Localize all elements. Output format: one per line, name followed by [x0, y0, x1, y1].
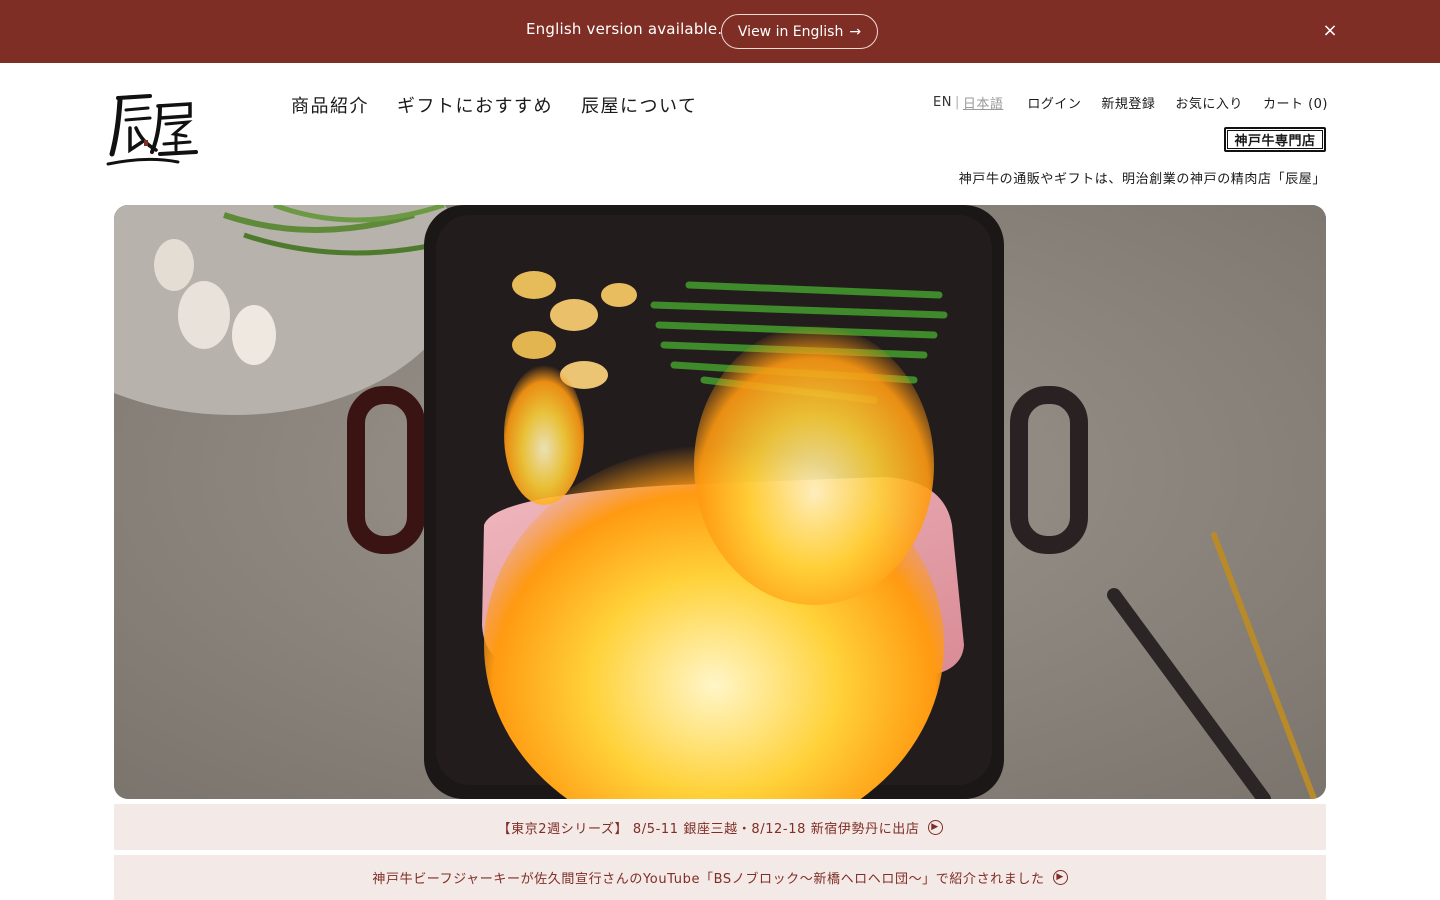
banner-message: English version available.: [526, 20, 723, 38]
cart-link[interactable]: カート (0): [1263, 93, 1328, 112]
close-icon[interactable]: ×: [1321, 20, 1339, 42]
register-link[interactable]: 新規登録: [1101, 93, 1155, 112]
news-item-text: 【東京2週シリーズ】 8/5-11 銀座三越・8/12-18 新宿伊勢丹に出店: [497, 821, 920, 837]
hero-steak-illustration: [114, 205, 1326, 799]
language-banner: English version available. View in Engli…: [0, 0, 1440, 63]
brand-logo[interactable]: [106, 92, 198, 172]
hero-image: [114, 205, 1326, 799]
circle-arrow-right-icon: ▶: [1052, 870, 1068, 885]
utility-nav: EN | 日本語 ログイン 新規登録 お気に入り カート (0): [933, 93, 1328, 112]
arrow-right-icon: →: [849, 23, 862, 40]
nav-item-about[interactable]: 辰屋について: [581, 92, 697, 118]
favorites-link[interactable]: お気に入り: [1175, 93, 1243, 112]
nav-item-gifts[interactable]: ギフトにおすすめ: [397, 92, 553, 118]
kobe-beef-specialist-badge: 神戸牛専門店: [1224, 127, 1326, 152]
news-item-text: 神戸牛ビーフジャーキーが佐久間宣行さんのYouTube「BSノブロック〜新橋ヘロ…: [372, 872, 1045, 887]
nav-item-products[interactable]: 商品紹介: [291, 92, 369, 118]
news-item[interactable]: 【東京2週シリーズ】 8/5-11 銀座三越・8/12-18 新宿伊勢丹に出店 …: [114, 804, 1326, 850]
view-in-english-button[interactable]: View in English →: [721, 14, 878, 49]
login-link[interactable]: ログイン: [1027, 93, 1081, 112]
lang-separator: |: [954, 95, 960, 110]
news-item[interactable]: 神戸牛ビーフジャーキーが佐久間宣行さんのYouTube「BSノブロック〜新橋ヘロ…: [114, 855, 1326, 900]
main-nav: 商品紹介 ギフトにおすすめ 辰屋について: [291, 92, 697, 118]
brand-logo-mark: [106, 94, 198, 166]
circle-arrow-right-icon: ▶: [927, 819, 943, 835]
view-in-english-label: View in English: [737, 23, 844, 40]
tagline: 神戸牛の通販やギフトは、明治創業の神戸の精肉店「辰屋」: [958, 172, 1326, 187]
lang-ja-link[interactable]: 日本語: [963, 93, 1004, 112]
lang-en-link[interactable]: EN: [933, 95, 952, 110]
